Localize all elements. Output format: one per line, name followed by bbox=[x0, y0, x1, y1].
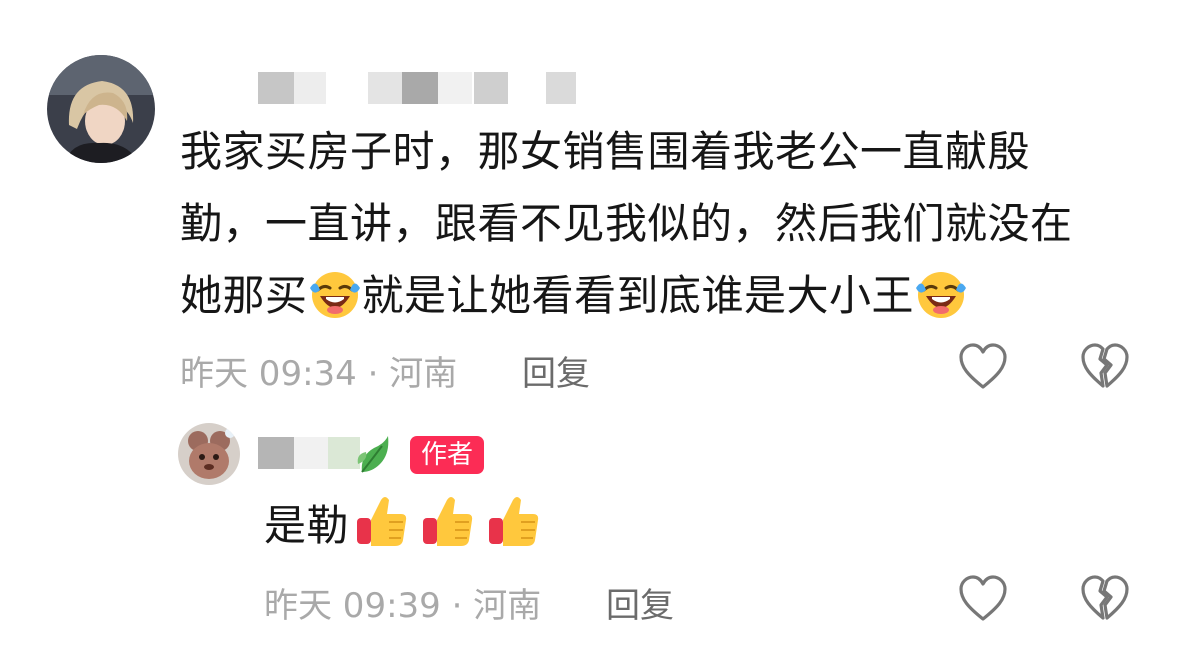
heart-outline-icon[interactable] bbox=[958, 343, 1008, 395]
thumbs-up-emoji-icon bbox=[485, 492, 543, 572]
reply-meta: 昨天 09:39 · 河南 bbox=[264, 586, 542, 626]
comment-line-2: 勤，一直讲，跟看不见我似的，然后我们就没在 bbox=[180, 199, 1073, 248]
thumbs-up-row bbox=[349, 497, 543, 550]
author-avatar[interactable] bbox=[178, 423, 240, 485]
author-badge: 作者 bbox=[410, 436, 485, 474]
comment-reply-button[interactable]: 回复 bbox=[522, 346, 590, 395]
thumbs-up-emoji-icon bbox=[353, 492, 411, 572]
broken-heart-icon[interactable] bbox=[1080, 575, 1130, 627]
thumbs-up-emoji-icon bbox=[419, 492, 477, 572]
comment-text: 我家买房子时，那女销售围着我老公一直献殷 勤，一直讲，跟看不见我似的，然后我们就… bbox=[180, 116, 1073, 342]
comment-line-3-start: 她那买 bbox=[180, 271, 308, 320]
reply-reply-button[interactable]: 回复 bbox=[606, 578, 674, 627]
leaf-icon bbox=[356, 432, 392, 480]
reply-text: 是勒 bbox=[264, 490, 543, 572]
reply-text-content: 是勒 bbox=[264, 501, 350, 550]
heart-outline-icon[interactable] bbox=[958, 575, 1008, 627]
laughing-crying-emoji-icon bbox=[914, 266, 968, 342]
comment-line-3-middle: 就是让她看看到底谁是大小王 bbox=[361, 271, 915, 320]
comment-line-3: 她那买 就是让她看看到底谁是大小王 bbox=[180, 260, 1073, 342]
broken-heart-icon[interactable] bbox=[1080, 343, 1130, 395]
laughing-crying-emoji-icon bbox=[308, 266, 362, 342]
commenter-avatar[interactable] bbox=[47, 55, 155, 163]
comment-meta: 昨天 09:34 · 河南 bbox=[180, 354, 458, 394]
comment-line-1: 我家买房子时，那女销售围着我老公一直献殷 bbox=[180, 127, 1031, 176]
